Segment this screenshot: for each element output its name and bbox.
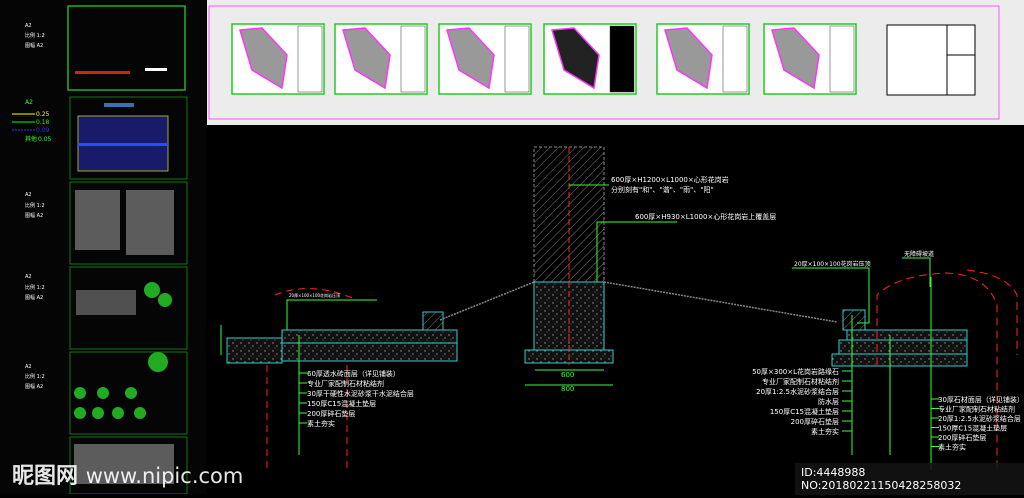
sheet-thumb-cover[interactable]: [67, 5, 186, 91]
layer-label: 50厚×300×L花岗岩路缘石: [752, 367, 839, 376]
sheet-label-3: A2 比例 1:2 图幅 A2: [25, 274, 45, 301]
image-id-label: ID:4448988 NO:20180221150428258032: [795, 463, 1024, 495]
sheet-label-1: A2 比例 1:2 图幅 A2: [25, 23, 45, 49]
svg-text:比例 1:2: 比例 1:2: [25, 373, 45, 380]
lineweight-legend: A2 0.25 0.18 0.09 其他 0.05: [12, 99, 52, 143]
sheet-thumbnail[interactable]: [763, 23, 857, 95]
layer-label: 200厚碎石垫层: [791, 417, 839, 426]
sheet-thumb-notes[interactable]: [69, 181, 188, 265]
layer-label: 150厚C15混凝土垫层: [938, 424, 1007, 433]
layer-label: 专业厂家配制石材粘结剂: [762, 377, 839, 386]
svg-text:A2: A2: [25, 274, 32, 280]
svg-text:600厚×H930×L1000×心形花岗岩上覆盖层: 600厚×H930×L1000×心形花岗岩上覆盖层: [635, 212, 776, 221]
layer-label: 防水层: [818, 397, 839, 406]
layer-label: 专业厂家配制石材粘结剂: [938, 405, 1015, 414]
layer-label: 30厚干硬性水泥砂浆干水泥结合层: [307, 389, 414, 398]
sheet-thumb-details-2[interactable]: [69, 351, 188, 435]
svg-text:0.25: 0.25: [36, 111, 50, 118]
central-stone-column: 600 800: [524, 146, 614, 393]
layer-label: 素土夯实: [307, 419, 335, 428]
layer-label: 60厚透水砖面层（详见铺装）: [307, 369, 400, 378]
svg-text:0.09: 0.09: [36, 127, 50, 134]
svg-text:比例 1:2: 比例 1:2: [25, 32, 45, 39]
watermark-logo: 昵图网 www.nipic.com: [12, 464, 244, 489]
dimension-600: 600: [561, 371, 574, 379]
sheet-thumbnail[interactable]: [438, 23, 532, 95]
svg-text:无障碍坡道: 无障碍坡道: [904, 250, 934, 258]
layer-label: 30厚石材面层（详见铺装）: [938, 395, 1024, 404]
svg-text:图幅 A2: 图幅 A2: [25, 212, 43, 219]
svg-text:A2: A2: [25, 192, 32, 198]
svg-text:A2: A2: [25, 364, 32, 370]
layer-label: 专业厂家配制石材粘结剂: [307, 379, 384, 388]
layer-label: 素土夯实: [938, 443, 966, 452]
layout-thumbnail-strip: [207, 0, 1024, 125]
right-layer-callouts-b: 30厚石材面层（详见铺装）专业厂家配制石材粘结剂20厚1:2.5水泥砂浆结合层1…: [931, 395, 1024, 452]
right-layer-callouts-a: 50厚×300×L花岗岩路缘石专业厂家配制石材粘结剂20厚1:2.5水泥砂浆结合…: [752, 367, 852, 436]
sheet-thumbnail[interactable]: [886, 24, 976, 96]
svg-text:A2: A2: [25, 23, 32, 29]
svg-text:600厚×H1200×L1000×心形花岗岩: 600厚×H1200×L1000×心形花岗岩: [611, 175, 729, 184]
svg-text:比例 1:2: 比例 1:2: [25, 202, 45, 209]
svg-text:图幅 A2: 图幅 A2: [25, 42, 43, 49]
dimension-800: 800: [561, 385, 574, 393]
sheet-label-4: A2 比例 1:2 图幅 A2: [25, 364, 45, 390]
sheet-list: A2 比例 1:2 图幅 A2 A2 0.25 0.18 0.09 其他 0.05…: [12, 5, 188, 495]
left-layer-callouts: 60厚透水砖面层（详见铺装）专业厂家配制石材粘结剂30厚干硬性水泥砂浆干水泥结合…: [299, 369, 414, 428]
svg-text:其他: 其他: [25, 135, 37, 143]
sheet-thumb-table[interactable]: [69, 96, 188, 180]
svg-text:图幅 A2: 图幅 A2: [25, 383, 43, 390]
svg-text:图幅 A2: 图幅 A2: [25, 294, 43, 301]
sheet-thumbnail[interactable]: [543, 23, 637, 95]
layer-label: 素土夯实: [811, 427, 839, 436]
svg-text:20厚×100×100花岗岩压顶: 20厚×100×100花岗岩压顶: [289, 292, 340, 298]
layer-label: 150厚C15混凝土垫层: [307, 399, 376, 408]
layer-label: 20厚1:2.5水泥砂浆结合层: [938, 414, 1021, 423]
svg-text:20厚×100×100花岗岩压顶: 20厚×100×100花岗岩压顶: [794, 260, 871, 268]
svg-text:0.05: 0.05: [38, 136, 52, 143]
sheet-thumb-details-1[interactable]: [69, 266, 188, 350]
svg-text:A2: A2: [25, 99, 33, 106]
sheet-thumbnail[interactable]: [656, 23, 750, 95]
layout-sidebar: A2 比例 1:2 图幅 A2 A2 0.25 0.18 0.09 其他 0.05…: [0, 0, 206, 495]
sheet-thumbnail[interactable]: [334, 23, 428, 95]
layer-label: 200厚碎石垫层: [307, 409, 355, 418]
sheet-label-2: A2 比例 1:2 图幅 A2: [25, 192, 45, 219]
layer-label: 20厚1:2.5水泥砂浆结合层: [756, 387, 839, 396]
svg-text:比例 1:2: 比例 1:2: [25, 284, 45, 291]
svg-text:0.18: 0.18: [36, 119, 50, 126]
sheet-thumbnail[interactable]: [231, 23, 325, 95]
drawing-canvas[interactable]: 600 800 20厚×100×100花岗岩压顶 60厚透水砖面层（详见铺装）专…: [207, 125, 1024, 494]
svg-text:分别刻有"和"、"谐"、"雨"、"阳": 分别刻有"和"、"谐"、"雨"、"阳": [611, 185, 714, 194]
layer-label: 150厚C15混凝土垫层: [770, 407, 839, 416]
layer-label: 200厚碎石垫层: [938, 433, 986, 442]
